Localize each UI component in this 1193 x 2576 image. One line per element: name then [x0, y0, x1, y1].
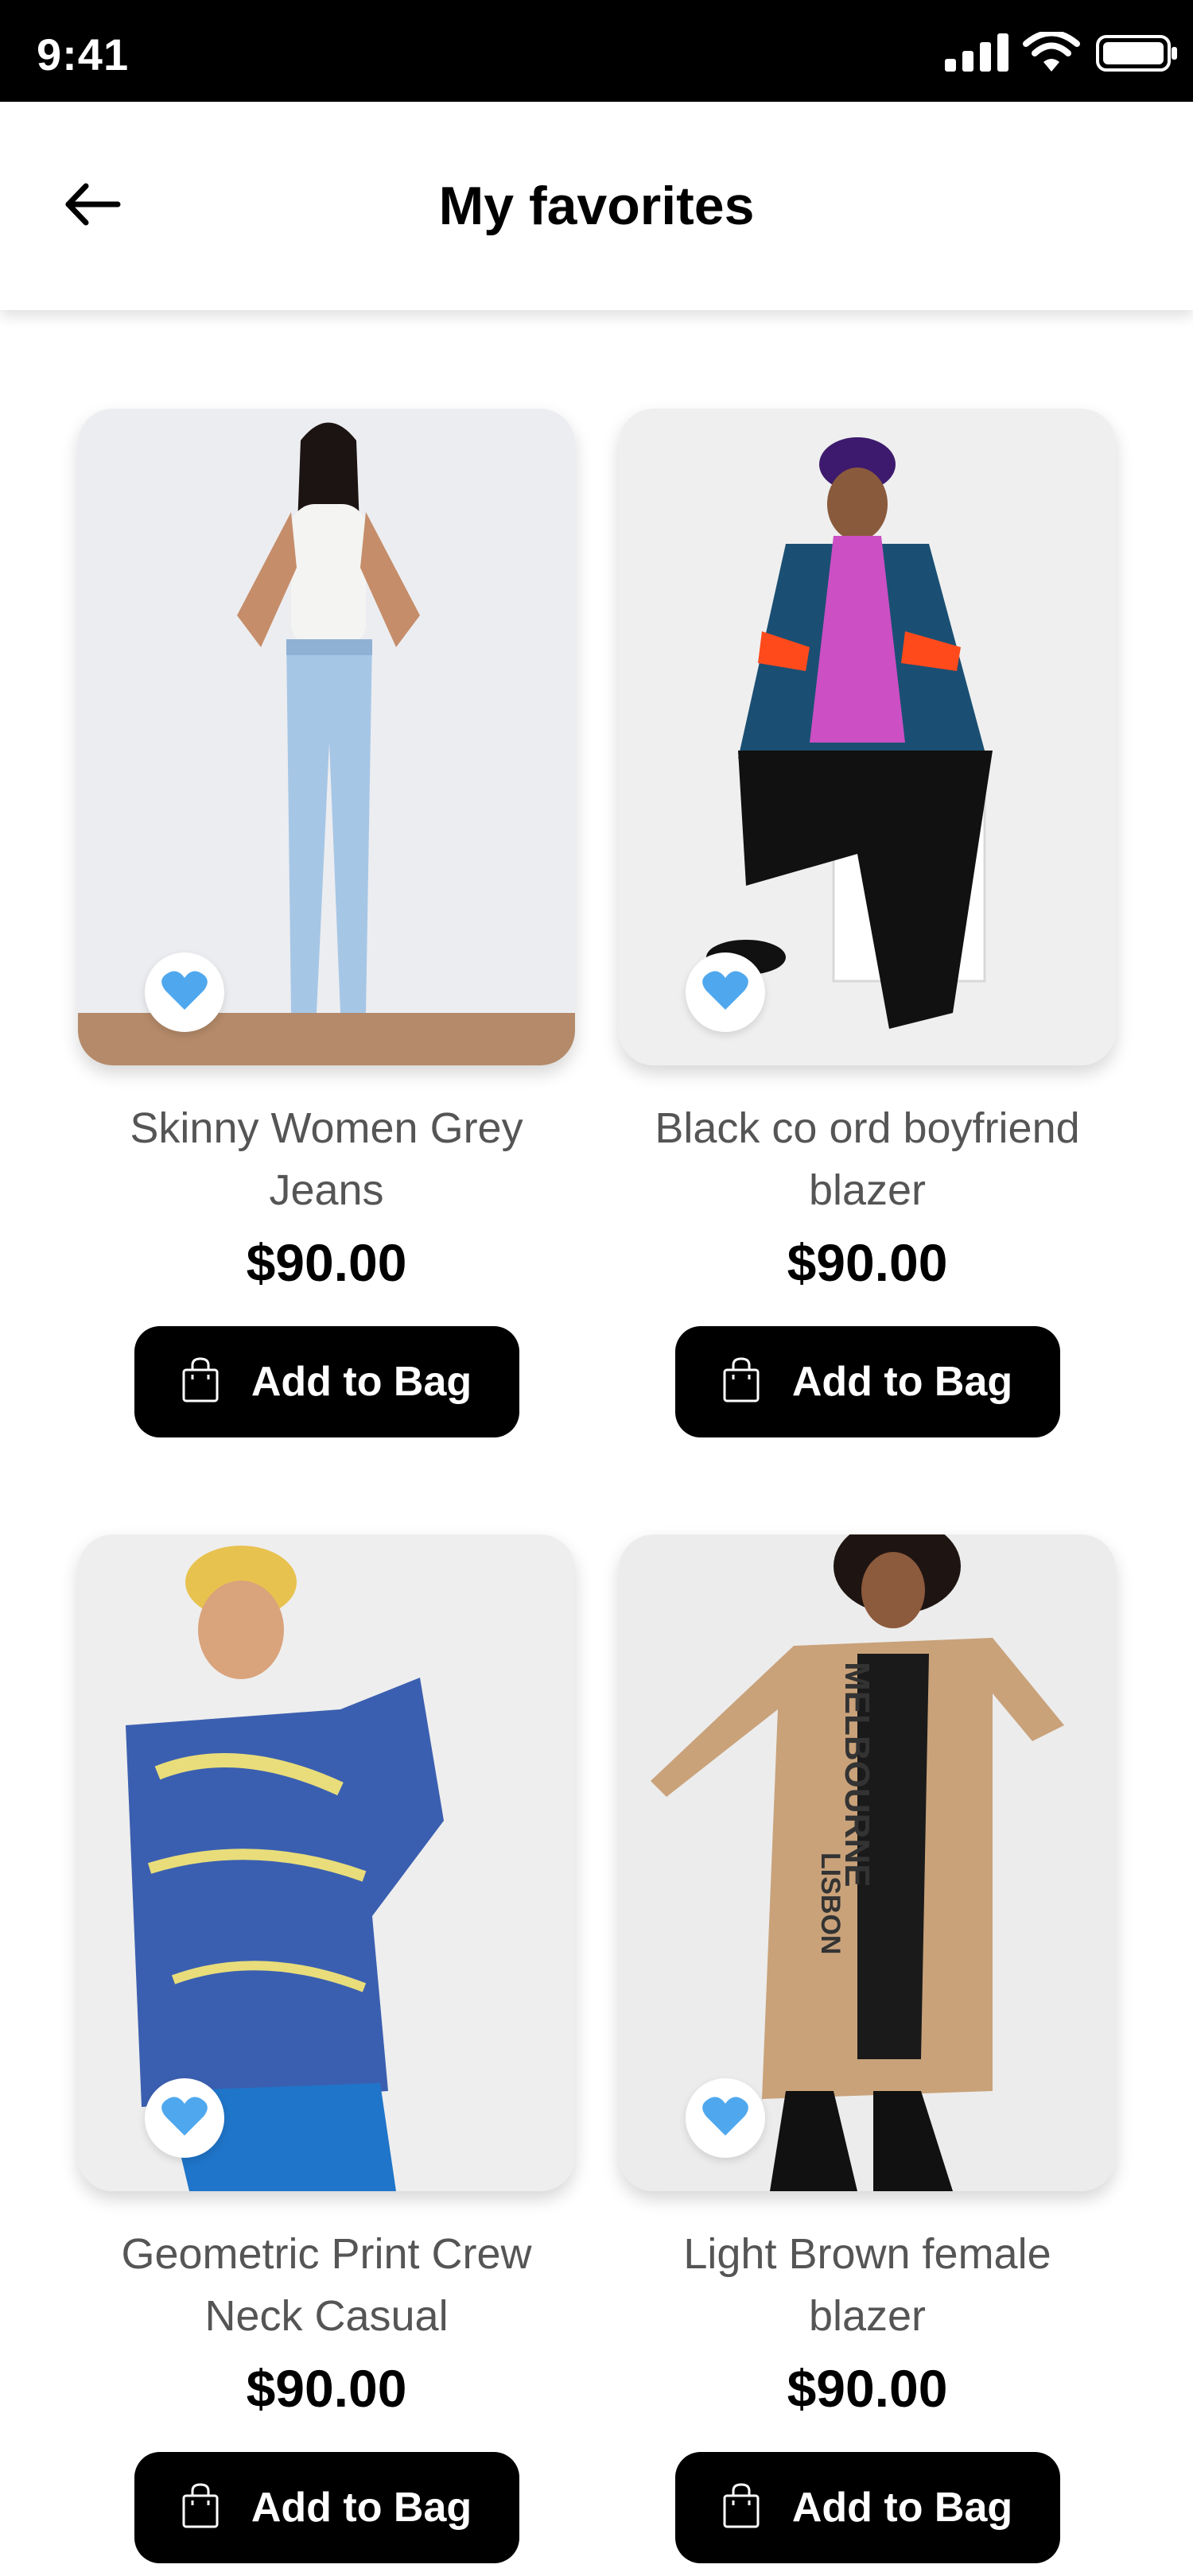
- add-to-bag-button[interactable]: Add to Bag: [674, 2452, 1060, 2563]
- signal-icon: [945, 33, 1012, 76]
- shopping-bag-icon: [722, 2482, 760, 2533]
- product-price: $90.00: [787, 1233, 948, 1292]
- product-card: Geometric Print Crew Neck Casual $90.00 …: [78, 1534, 575, 2563]
- favorite-button[interactable]: [145, 2078, 224, 2158]
- product-price: $90.00: [246, 2359, 407, 2418]
- add-to-bag-button[interactable]: Add to Bag: [134, 1326, 519, 1437]
- battery-icon: [1096, 35, 1179, 76]
- shopping-bag-icon: [181, 1356, 220, 1407]
- heart-icon: [161, 970, 208, 1015]
- shopping-bag-icon: [181, 2482, 220, 2533]
- favorite-button[interactable]: [145, 952, 224, 1032]
- add-to-bag-label: Add to Bag: [791, 2485, 1013, 2531]
- product-title: Geometric Print Crew Neck Casual: [121, 2230, 532, 2340]
- product-card: MELBOURNE LISBON Light Brown female blaz…: [619, 1534, 1116, 2563]
- product-title: Black co ord boyfriend blazer: [655, 1104, 1080, 1214]
- add-to-bag-label: Add to Bag: [251, 2485, 472, 2531]
- product-image[interactable]: [619, 409, 1116, 1065]
- add-to-bag-button[interactable]: Add to Bag: [674, 1326, 1060, 1437]
- product-title: Skinny Women Grey Jeans: [130, 1104, 523, 1214]
- product-card: Black co ord boyfriend blazer $90.00 Add…: [619, 409, 1116, 1437]
- product-image[interactable]: [78, 1534, 575, 2191]
- product-card: Skinny Women Grey Jeans $90.00 Add to Ba…: [78, 409, 575, 1437]
- heart-icon: [702, 970, 748, 1015]
- add-to-bag-button[interactable]: Add to Bag: [134, 2452, 519, 2563]
- product-price: $90.00: [246, 1233, 407, 1292]
- heart-icon: [161, 2096, 208, 2141]
- add-to-bag-label: Add to Bag: [251, 1359, 472, 1405]
- app-bar: My favorites: [0, 102, 1193, 310]
- svg-text:LISBON: LISBON: [815, 1852, 845, 1954]
- status-time: 9:41: [37, 29, 130, 80]
- heart-icon: [702, 2096, 748, 2141]
- product-price: $90.00: [787, 2359, 948, 2418]
- add-to-bag-label: Add to Bag: [791, 1359, 1013, 1405]
- product-image[interactable]: MELBOURNE LISBON: [619, 1534, 1116, 2191]
- page-title: My favorites: [438, 176, 755, 236]
- product-title: Light Brown female blazer: [683, 2230, 1051, 2340]
- status-bar: 9:41: [0, 0, 1193, 102]
- wifi-icon: [1023, 29, 1080, 77]
- shopping-bag-icon: [722, 1356, 760, 1407]
- favorite-button[interactable]: [686, 2078, 765, 2158]
- product-image[interactable]: [78, 409, 575, 1065]
- favorite-button[interactable]: [686, 952, 765, 1032]
